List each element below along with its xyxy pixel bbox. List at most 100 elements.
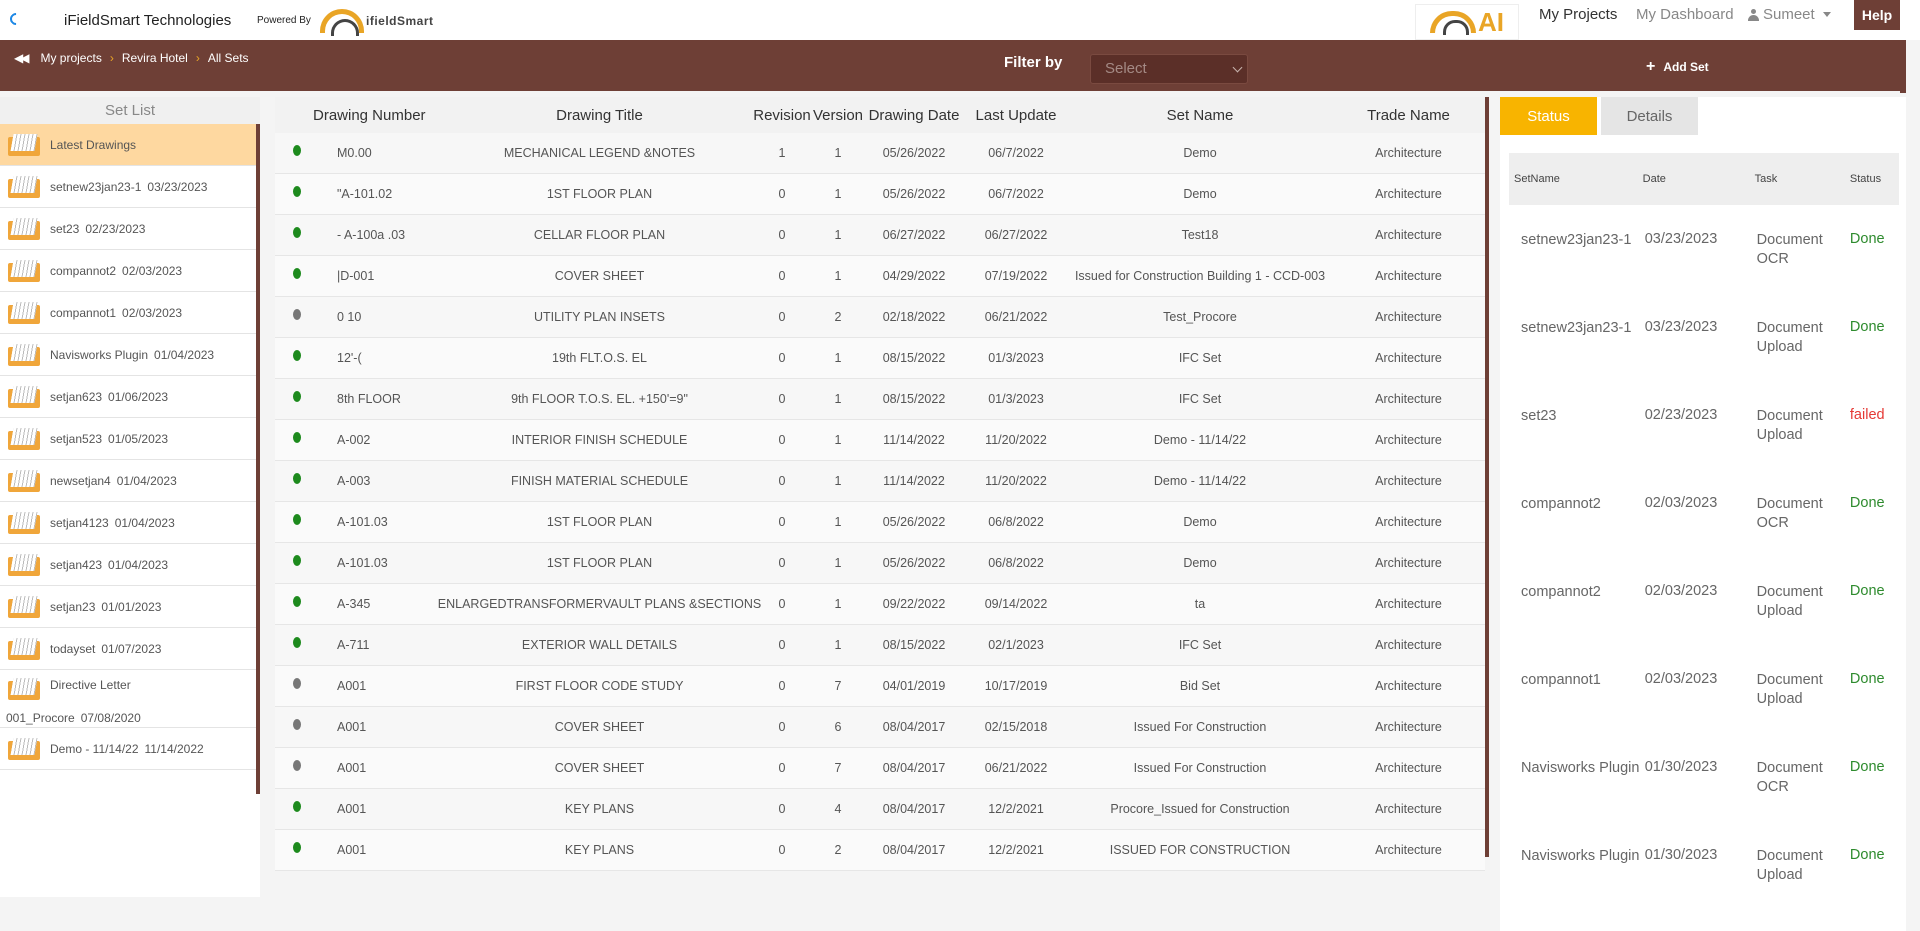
tab-details[interactable]: Details [1601, 97, 1698, 135]
table-row[interactable]: "A-101.02 1ST FLOOR PLAN 0 1 05/26/2022 06/7/… [275, 174, 1485, 215]
table-row[interactable]: A001 COVER SHEET 0 7 08/04/2017 06/21/2022 Iss… [275, 748, 1485, 789]
cell-trade-name: Architecture [1375, 269, 1442, 283]
set-list-item[interactable]: newsetjan4 01/04/2023 [0, 460, 256, 502]
status-dot-icon [293, 554, 301, 566]
status-task: Document OCR [1756, 496, 1823, 531]
table-row[interactable]: A001 FIRST FLOOR CODE STUDY 0 7 04/01/2019 10… [275, 666, 1485, 707]
breadcrumb-project[interactable]: Revira Hotel [122, 51, 188, 65]
status-date: 02/03/2023 [1644, 583, 1718, 599]
set-item-name-cont: 001_Procore [6, 710, 75, 725]
cell-status [275, 830, 301, 870]
status-dot-icon [293, 513, 301, 525]
status-dot-icon [293, 841, 301, 853]
header-drawing-title[interactable]: Drawing Title [451, 97, 748, 133]
table-row[interactable]: A-101.03 1ST FLOOR PLAN 0 1 05/26/2022 06/8/2… [275, 543, 1485, 584]
table-row[interactable]: - A-100a .03 CELLAR FLOOR PLAN 0 1 06/27/202… [275, 215, 1485, 256]
set-list-item[interactable]: Directive Letter 001_Procore 07/08/2020 [0, 670, 256, 728]
table-row[interactable]: A001 COVER SHEET 0 6 08/04/2017 02/15/2018 Iss… [275, 707, 1485, 748]
cell-last-update: 06/7/2022 [988, 146, 1044, 160]
set-item-date: 01/07/2023 [101, 641, 162, 656]
header-drawing-number[interactable]: Drawing Number [301, 97, 451, 133]
cell-trade-name: Architecture [1375, 310, 1442, 324]
set-list-item[interactable]: set23 02/23/2023 [0, 208, 256, 250]
header-drawing-date[interactable]: Drawing Date [860, 97, 968, 133]
table-row[interactable]: A-101.03 1ST FLOOR PLAN 0 1 05/26/2022 06/8/2… [275, 502, 1485, 543]
set-list-item[interactable]: Navisworks Plugin 01/04/2023 [0, 334, 256, 376]
folder-icon [8, 638, 40, 660]
status-setname: setnew23jan23-1 [1521, 320, 1632, 336]
cell-revision: 0 [778, 228, 786, 242]
status-row: Navisworks Plugin 01/30/2023 Document Uplo… [1509, 821, 1899, 909]
cell-revision: 0 [778, 679, 786, 693]
user-name: Sumeet [1763, 6, 1815, 23]
set-list-item[interactable]: setjan23 01/01/2023 [0, 586, 256, 628]
back-spinner-icon[interactable] [7, 10, 25, 28]
cell-trade-name: Architecture [1375, 146, 1442, 160]
set-list-item[interactable]: todayset 01/07/2023 [0, 628, 256, 670]
status-dot-icon [293, 472, 301, 484]
double-chevron-left-icon[interactable]: ◀◀ [14, 51, 30, 65]
set-item-date: 01/01/2023 [101, 599, 162, 614]
tab-status[interactable]: Status [1500, 97, 1597, 135]
table-row[interactable]: 0 10 UTILITY PLAN INSETS 0 2 02/18/2022 06/21… [275, 297, 1485, 338]
table-row[interactable]: A-003 FINISH MATERIAL SCHEDULE 0 1 11/14/202… [275, 461, 1485, 502]
company-name: iFieldSmart Technologies [64, 12, 232, 29]
header-last-update[interactable]: Last Update [968, 97, 1064, 133]
breadcrumb-my-projects[interactable]: My projects [40, 51, 101, 65]
cell-status [275, 338, 301, 378]
cell-drawing-number: 0 10 [337, 310, 362, 324]
cell-set-name: Demo [1183, 146, 1217, 160]
cell-drawing-date: 11/14/2022 [883, 433, 945, 447]
cell-drawing-date: 08/15/2022 [882, 638, 946, 652]
cell-last-update: 12/2/2021 [988, 843, 1044, 857]
breadcrumb: ◀◀ My projects › Revira Hotel › All Sets [14, 51, 249, 65]
set-list-item[interactable]: Demo - 11/14/22 11/14/2022 [0, 728, 256, 770]
cell-trade-name: Architecture [1375, 802, 1442, 816]
status-badge: Done [1849, 759, 1885, 775]
set-list-item[interactable]: Latest Drawings [0, 124, 256, 166]
user-menu[interactable]: Sumeet [1748, 6, 1831, 23]
cell-revision: 0 [778, 351, 786, 365]
help-button[interactable]: Help [1854, 0, 1900, 30]
table-row[interactable]: A-711 EXTERIOR WALL DETAILS 0 1 08/15/2022 02… [275, 625, 1485, 666]
cell-last-update: 07/19/2022 [984, 269, 1048, 283]
add-set-button[interactable]: + Add Set [1646, 59, 1709, 75]
cell-set-name: Demo - 11/14/22 [1153, 433, 1247, 447]
cell-drawing-date: 08/04/2017 [882, 761, 946, 775]
table-row[interactable]: A-345 ENLARGEDTRANSFORMERVAULT PLANS &SEC… [275, 584, 1485, 625]
cell-revision: 0 [778, 187, 786, 201]
cell-drawing-title: EXTERIOR WALL DETAILS [521, 638, 678, 652]
cell-drawing-number: A-345 [337, 597, 371, 611]
header-trade-name[interactable]: Trade Name [1336, 97, 1481, 133]
set-list-item[interactable]: setjan623 01/06/2023 [0, 376, 256, 418]
cell-drawing-title: FINISH MATERIAL SCHEDULE [510, 474, 689, 488]
set-list-item[interactable]: setjan4123 01/04/2023 [0, 502, 256, 544]
cell-set-name: IFC Set [1178, 638, 1222, 652]
table-row[interactable]: 8th FLOOR 9th FLOOR T.O.S. EL. +150'=9" 0 1… [275, 379, 1485, 420]
filter-select[interactable]: Select [1090, 54, 1248, 84]
set-list-item[interactable]: setjan423 01/04/2023 [0, 544, 256, 586]
table-row[interactable]: A-002 INTERIOR FINISH SCHEDULE 0 1 11/14/202… [275, 420, 1485, 461]
set-list-item[interactable]: setnew23jan23-1 03/23/2023 [0, 166, 256, 208]
header-version[interactable]: Version [813, 97, 863, 133]
header-set-name[interactable]: Set Name [1064, 97, 1336, 133]
cell-version: 2 [834, 843, 842, 857]
nav-my-projects[interactable]: My Projects [1539, 6, 1617, 23]
cell-drawing-date: 05/26/2022 [882, 187, 946, 201]
table-row[interactable]: |D-001 COVER SHEET 0 1 04/29/2022 07/19/2022 I… [275, 256, 1485, 297]
set-list-item[interactable]: compannot1 02/03/2023 [0, 292, 256, 334]
cell-drawing-date: 08/04/2017 [882, 802, 946, 816]
header-revision[interactable]: Revision [748, 97, 816, 133]
table-row[interactable]: A001 KEY PLANS 0 2 08/04/2017 12/2/2021 ISSUED… [275, 830, 1485, 871]
set-list-items[interactable]: Latest Drawings setnew23jan23-1 03/23/2023… [0, 124, 260, 794]
drawings-table: Drawing Number Drawing Title Revision Ve… [275, 97, 1485, 871]
nav-my-dashboard[interactable]: My Dashboard [1636, 6, 1734, 23]
cell-drawing-date: 04/01/2019 [882, 679, 946, 693]
table-row[interactable]: A001 KEY PLANS 0 4 08/04/2017 12/2/2021 Procor… [275, 789, 1485, 830]
cell-drawing-title: 1ST FLOOR PLAN [546, 556, 653, 570]
table-row[interactable]: 12'-(19th FLT.O.S. EL 0 1 08/15/2022 01/3/20… [275, 338, 1485, 379]
table-row[interactable]: M0.00 MECHANICAL LEGEND &NOTES 1 1 05/26/202… [275, 133, 1485, 174]
set-list-item[interactable]: setjan523 01/05/2023 [0, 418, 256, 460]
set-list-item[interactable]: compannot2 02/03/2023 [0, 250, 256, 292]
status-task: Document Upload [1756, 584, 1823, 619]
